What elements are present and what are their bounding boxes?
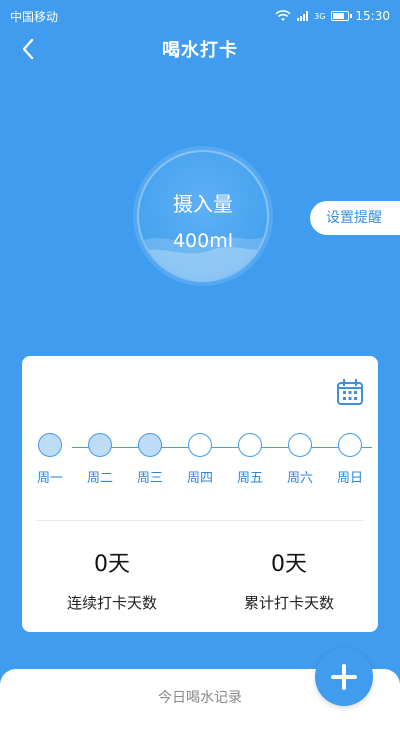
day-dot-mon (38, 433, 62, 457)
consecutive-days-value: 0天 (94, 552, 130, 577)
set-reminder-button[interactable]: 设置提醒 (310, 201, 400, 235)
day-tue[interactable]: 周二 (87, 433, 113, 486)
wifi-icon (275, 10, 291, 21)
day-fri[interactable]: 周五 (237, 433, 263, 486)
day-wed[interactable]: 周三 (137, 433, 163, 486)
consecutive-days-stat: 0天 连续打卡天数 (42, 546, 182, 613)
day-sat[interactable]: 周六 (287, 433, 313, 486)
day-dot-tue (88, 433, 112, 457)
day-label-mon: 周一 (36, 471, 63, 486)
status-bar: 中国移动 3G 15:30 (0, 0, 400, 32)
clock: 15:30 (355, 9, 390, 23)
day-dot-sat (288, 433, 312, 457)
consecutive-days-label: 连续打卡天数 (66, 594, 157, 612)
day-thu[interactable]: 周四 (187, 433, 213, 486)
back-icon[interactable] (18, 36, 40, 62)
day-label-sat: 周六 (286, 471, 313, 486)
day-sun[interactable]: 周日 (337, 433, 363, 486)
battery-icon (331, 11, 353, 21)
week-progress-line (72, 447, 372, 448)
day-dot-wed (138, 433, 162, 457)
divider (36, 520, 364, 521)
carrier-name: 中国移动 (10, 9, 59, 24)
day-dot-thu (188, 433, 212, 457)
intake-value: 400ml (172, 230, 234, 252)
day-mon[interactable]: 周一 (37, 433, 63, 486)
calendar-icon[interactable] (336, 378, 364, 406)
total-days-value: 0天 (271, 552, 307, 577)
signal-icon (297, 11, 309, 21)
network-type: 3G (314, 11, 326, 21)
day-label-tue: 周二 (86, 471, 113, 486)
add-record-button[interactable] (315, 648, 373, 706)
day-label-fri: 周五 (236, 471, 263, 486)
intake-circle: 摄入量 400ml (137, 150, 269, 282)
day-dot-fri (238, 433, 262, 457)
total-days-stat: 0天 累计打卡天数 (219, 546, 359, 613)
intake-label: 摄入量 (173, 192, 233, 216)
page-title: 喝水打卡 (162, 40, 238, 61)
total-days-label: 累计打卡天数 (243, 594, 334, 612)
check-in-card: 周一 周二 周三 周四 周五 周六 周日 0天 连续打卡天数 0天 累计打卡天数 (22, 356, 378, 632)
status-icons: 3G 15:30 (275, 9, 390, 23)
nav-bar: 喝水打卡 (0, 32, 400, 66)
day-dot-sun (338, 433, 362, 457)
day-label-wed: 周三 (136, 471, 163, 486)
day-label-thu: 周四 (186, 471, 213, 486)
day-label-sun: 周日 (336, 471, 363, 486)
